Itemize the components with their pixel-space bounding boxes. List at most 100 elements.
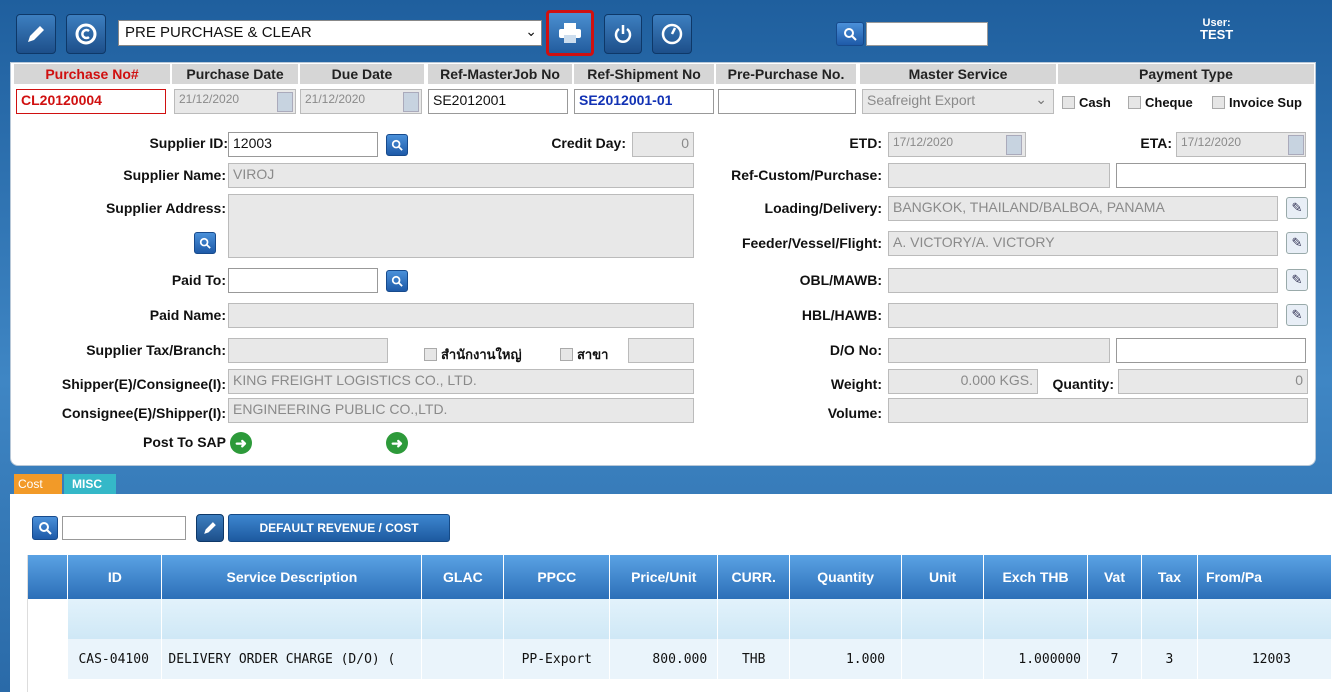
ref-custom-field[interactable] xyxy=(888,163,1110,188)
purchase-date-calendar-button[interactable] xyxy=(277,92,293,112)
user-name: TEST xyxy=(1200,27,1234,42)
pencil-icon xyxy=(28,26,44,42)
copyright-button[interactable] xyxy=(66,14,106,54)
ref-masterjob-field[interactable]: SE2012001 xyxy=(428,89,568,114)
cell-tax: 3 xyxy=(1141,639,1198,679)
supplier-tax-field[interactable] xyxy=(228,338,388,363)
cost-table: ID Service Description GLAC PPCC Price/U… xyxy=(28,555,1332,679)
arrow-right-icon: ➜ xyxy=(391,434,403,451)
eta-label: ETA: xyxy=(1140,135,1172,151)
header-due-date: Due Date xyxy=(300,64,424,84)
copyright-icon xyxy=(75,23,97,45)
ref-shipment-field[interactable]: SE2012001-01 xyxy=(574,89,714,114)
due-date-calendar-button[interactable] xyxy=(403,92,419,112)
column-curr[interactable]: CURR. xyxy=(717,555,791,599)
column-from-pa[interactable]: From/Pa xyxy=(1197,555,1332,599)
etd-calendar-button[interactable] xyxy=(1006,135,1022,155)
purchase-no-field[interactable]: CL20120004 xyxy=(16,89,166,114)
feeder-edit-button[interactable]: ✎ xyxy=(1286,232,1308,254)
grid-edit-button[interactable] xyxy=(196,514,224,542)
column-service-description[interactable]: Service Description xyxy=(161,555,423,599)
shipper-field[interactable]: KING FREIGHT LOGISTICS CO., LTD. xyxy=(228,369,694,394)
tab-misc[interactable]: MISC xyxy=(64,474,116,494)
pre-purchase-field[interactable] xyxy=(718,89,856,114)
supplier-name-field[interactable]: VIROJ xyxy=(228,163,694,188)
header-purchase-date: Purchase Date xyxy=(172,64,298,84)
power-button[interactable] xyxy=(604,14,642,54)
loading-edit-button[interactable]: ✎ xyxy=(1286,197,1308,219)
supplier-id-field[interactable]: 12003 xyxy=(228,132,378,157)
invoice-sup-label: Invoice Sup xyxy=(1229,95,1302,110)
column-exch-thb[interactable]: Exch THB xyxy=(983,555,1089,599)
search-icon xyxy=(844,28,857,41)
tab-cost[interactable]: Cost xyxy=(14,474,62,494)
post-sap-label: Post To SAP xyxy=(143,434,226,450)
master-service-value: Seafreight Export xyxy=(867,92,976,108)
toolbar-search-input[interactable] xyxy=(866,22,988,46)
branch-checkbox[interactable]: สาขา xyxy=(560,344,608,365)
column-ppcc[interactable]: PPCC xyxy=(503,555,611,599)
default-revenue-cost-button[interactable]: DEFAULT REVENUE / COST xyxy=(228,514,450,542)
obl-field[interactable] xyxy=(888,268,1278,293)
master-service-select[interactable]: Seafreight Export ⌄ xyxy=(862,89,1054,114)
loading-field[interactable]: BANGKOK, THAILAND/BALBOA, PANAMA xyxy=(888,196,1278,221)
cell-exch-thb: 1.000000 xyxy=(983,639,1089,679)
column-id[interactable]: ID xyxy=(67,555,163,599)
consignee-field[interactable]: ENGINEERING PUBLIC CO.,LTD. xyxy=(228,398,694,423)
header-purchase-no: Purchase No# xyxy=(14,64,170,84)
hbl-edit-button[interactable]: ✎ xyxy=(1286,304,1308,326)
column-select xyxy=(28,555,69,599)
weight-field[interactable]: 0.000 KGS. xyxy=(888,369,1038,394)
column-price-unit[interactable]: Price/Unit xyxy=(609,555,719,599)
grid-search-input[interactable] xyxy=(62,516,186,540)
invoice-sup-checkbox[interactable]: Invoice Sup xyxy=(1212,95,1302,110)
edit-button[interactable] xyxy=(16,14,56,54)
search-button[interactable] xyxy=(836,22,864,46)
column-vat[interactable]: Vat xyxy=(1087,555,1142,599)
hbl-field[interactable] xyxy=(888,303,1278,328)
paid-to-field[interactable] xyxy=(228,268,378,293)
table-filter-row xyxy=(28,599,1332,639)
cell-vat: 7 xyxy=(1087,639,1142,679)
paid-to-search-button[interactable] xyxy=(386,270,408,292)
column-quantity[interactable]: Quantity xyxy=(789,555,903,599)
supplier-search-button[interactable] xyxy=(386,134,408,156)
cell-quantity: 1.000 xyxy=(789,639,903,679)
cheque-checkbox[interactable]: Cheque xyxy=(1128,95,1193,110)
eta-calendar-button[interactable] xyxy=(1288,135,1304,155)
arrow-right-icon: ➜ xyxy=(235,434,247,451)
cell-unit xyxy=(901,639,985,679)
column-tax[interactable]: Tax xyxy=(1141,555,1198,599)
consignee-label: Consignee(E)/Shipper(I): xyxy=(61,405,226,421)
branch-no-field[interactable] xyxy=(628,338,694,363)
clock-button[interactable] xyxy=(652,14,692,54)
hbl-label: HBL/HAWB: xyxy=(801,307,882,323)
grid-search-button[interactable] xyxy=(32,516,58,540)
post-sap-button[interactable]: ➜ xyxy=(230,432,252,454)
doc-type-select[interactable]: PRE PURCHASE & CLEAR ⌄ xyxy=(118,20,542,46)
table-row[interactable]: CAS-04100 DELIVERY ORDER CHARGE (D/O) ( … xyxy=(28,639,1332,679)
pencil-icon xyxy=(204,522,216,534)
quantity-field[interactable]: 0 xyxy=(1118,369,1308,394)
print-button[interactable] xyxy=(546,10,594,56)
do-no-field[interactable] xyxy=(888,338,1110,363)
chevron-down-icon: ⌄ xyxy=(1035,91,1047,107)
volume-field[interactable] xyxy=(888,398,1308,423)
column-unit[interactable]: Unit xyxy=(901,555,985,599)
cash-label: Cash xyxy=(1079,95,1111,110)
feeder-field[interactable]: A. VICTORY/A. VICTORY xyxy=(888,231,1278,256)
column-glac[interactable]: GLAC xyxy=(421,555,505,599)
address-search-button[interactable] xyxy=(194,232,216,254)
credit-day-field[interactable]: 0 xyxy=(632,132,694,157)
paid-name-field[interactable] xyxy=(228,303,694,328)
obl-edit-button[interactable]: ✎ xyxy=(1286,269,1308,291)
cash-checkbox[interactable]: Cash xyxy=(1062,95,1111,110)
post-sap-button-2[interactable]: ➜ xyxy=(386,432,408,454)
supplier-address-field[interactable] xyxy=(228,194,694,258)
head-office-checkbox[interactable]: สำนักงานใหญ่ xyxy=(424,344,522,365)
branch-label: สาขา xyxy=(577,347,609,362)
do-no-extra-field[interactable] xyxy=(1116,338,1306,363)
eta-field[interactable]: 17/12/2020 xyxy=(1176,132,1306,157)
ref-purchase-field[interactable] xyxy=(1116,163,1306,188)
grid-left-margin xyxy=(10,555,28,692)
